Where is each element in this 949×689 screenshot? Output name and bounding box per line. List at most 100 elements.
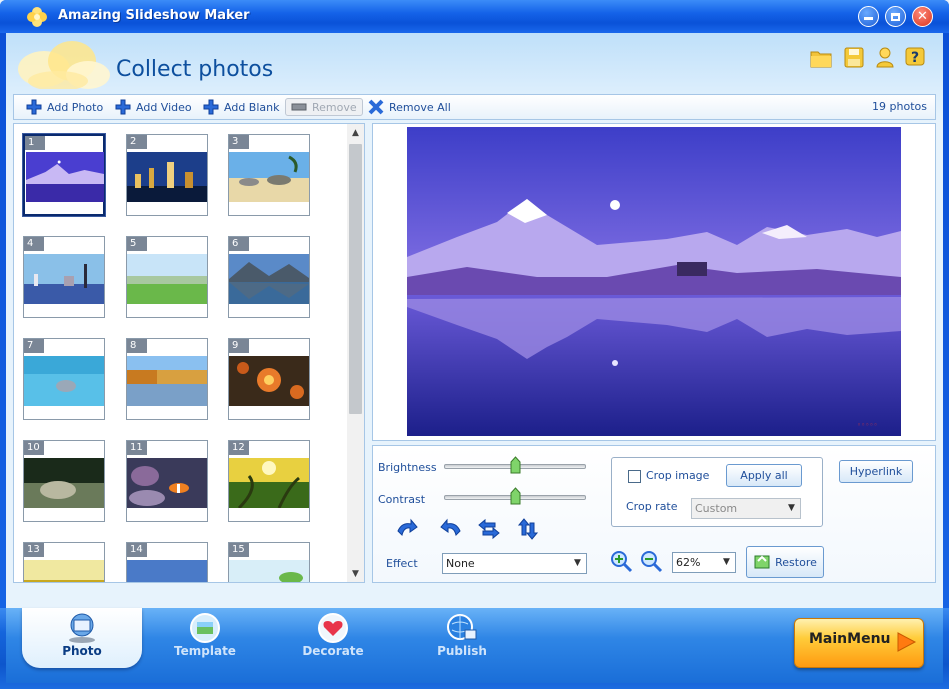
thumbnail-number: 14 [127,543,147,557]
remove-button[interactable]: Remove [285,98,363,116]
help-icon[interactable]: ? [904,45,926,69]
scroll-down-arrow[interactable]: ▼ [347,565,364,582]
svg-text:◦◦◦◦◦: ◦◦◦◦◦ [857,421,878,429]
thumbnail-image [127,152,207,202]
thumbnail-image [229,560,309,582]
image-controls: Brightness Contrast Effect None ▼ Crop i… [372,445,936,583]
thumbnail-image [24,356,104,406]
flip-horizontal-icon[interactable] [477,517,501,541]
photo-thumbnail[interactable]: 5 [126,236,208,318]
contrast-slider-handle[interactable] [510,487,521,505]
photo-thumbnail[interactable]: 3 [228,134,310,216]
add-video-button[interactable]: Add Video [115,98,192,116]
thumbnail-image [229,356,309,406]
flip-vertical-icon[interactable] [516,517,540,541]
window-title: Amazing Slideshow Maker [58,8,250,23]
tab-decorate[interactable]: Decorate [273,608,393,668]
user-icon[interactable] [874,45,896,69]
photo-thumbnail[interactable]: 8 [126,338,208,420]
hyperlink-button[interactable]: Hyperlink [839,460,913,483]
thumbnail-number: 4 [24,237,44,251]
add-blank-icon [203,99,219,115]
photo-thumbnail[interactable]: 15 [228,542,310,582]
add-photo-icon [26,99,42,115]
photo-thumbnail[interactable]: 11 [126,440,208,522]
maximize-icon [891,12,900,21]
apply-all-button[interactable]: Apply all [726,464,802,487]
thumbnail-scrollbar[interactable]: ▲ ▼ [347,124,364,582]
tab-publish[interactable]: Publish [402,608,522,668]
thumbnail-image [127,560,207,582]
rotate-right-icon[interactable] [439,517,463,541]
maximize-button[interactable] [885,6,906,27]
close-button[interactable]: ✕ [912,6,933,27]
photo-thumbnail[interactable]: 6 [228,236,310,318]
thumbnail-number: 11 [127,441,147,455]
remove-all-button[interactable]: Remove All [368,98,451,116]
thumbnail-number: 1 [25,136,45,150]
zoom-in-icon[interactable] [609,549,633,573]
effect-select[interactable]: None ▼ [442,553,587,574]
thumbnail-image [127,356,207,406]
photo-count: 19 photos [872,100,927,113]
thumbnail-number: 13 [24,543,44,557]
arrow-right-icon [897,632,917,652]
brightness-slider-handle[interactable] [510,456,521,474]
minimize-icon [864,17,873,20]
thumbnail-image [127,458,207,508]
scrollbar-thumb[interactable] [349,144,362,414]
thumbnail-number: 7 [24,339,44,353]
minimize-button[interactable] [858,6,879,27]
photo-thumbnail[interactable]: 14 [126,542,208,582]
preview-panel: ◦◦◦◦◦ [372,123,936,441]
crop-image-checkbox[interactable] [628,470,641,483]
publish-icon [447,614,477,640]
bottom-nav: Photo Template Decorate Publish MainMenu [0,608,949,689]
thumbnail-number: 15 [229,543,249,557]
folder-icon[interactable] [810,45,832,69]
add-video-icon [115,99,131,115]
page-header: Collect photos ? [6,33,943,89]
restore-icon [754,555,770,569]
restore-button[interactable]: Restore [746,546,824,578]
flower-logo-icon [18,41,110,89]
app-window: Amazing Slideshow Maker ✕ Collect photos [0,0,949,689]
photo-thumbnail[interactable]: 2 [126,134,208,216]
thumbnail-image [26,152,104,202]
zoom-select[interactable]: 62% ▼ [672,552,736,573]
save-icon[interactable] [843,45,865,69]
page-title: Collect photos [116,57,274,82]
photo-thumbnail[interactable]: 1 [23,134,105,216]
photo-thumbnail[interactable]: 12 [228,440,310,522]
add-blank-button[interactable]: Add Blank [203,98,279,116]
photo-thumbnail[interactable]: 7 [23,338,105,420]
remove-icon [291,103,307,111]
photo-thumbnail[interactable]: 13 [23,542,105,582]
thumbnail-list[interactable]: 1 2 3 4 5 6 7 8 9 10 11 12 13 14 15 ▲ ▼ [13,123,365,583]
thumbnail-image [24,254,104,304]
crop-rate-select[interactable]: Custom ▼ [691,498,801,519]
tab-photo[interactable]: Photo [22,608,142,668]
chevron-down-icon: ▼ [574,558,581,568]
photo-thumbnail[interactable]: 10 [23,440,105,522]
title-bar[interactable]: Amazing Slideshow Maker ✕ [0,0,949,33]
thumbnail-number: 3 [229,135,249,149]
scroll-up-arrow[interactable]: ▲ [347,124,364,141]
main-menu-button[interactable]: MainMenu [794,618,924,668]
photo-thumbnail[interactable]: 4 [23,236,105,318]
add-photo-button[interactable]: Add Photo [26,98,103,116]
brightness-label: Brightness [378,461,437,474]
thumbnail-image [24,458,104,508]
template-icon [190,613,220,643]
rotate-left-icon[interactable] [395,517,419,541]
contrast-label: Contrast [378,493,426,506]
tab-template[interactable]: Template [145,608,265,668]
chevron-down-icon: ▼ [788,503,795,513]
thumbnail-number: 8 [127,339,147,353]
zoom-out-icon[interactable] [639,549,663,573]
thumbnail-number: 6 [229,237,249,251]
crop-image-label: Crop image [646,469,710,482]
thumbnail-image [24,560,104,582]
close-icon: ✕ [917,9,928,24]
photo-thumbnail[interactable]: 9 [228,338,310,420]
